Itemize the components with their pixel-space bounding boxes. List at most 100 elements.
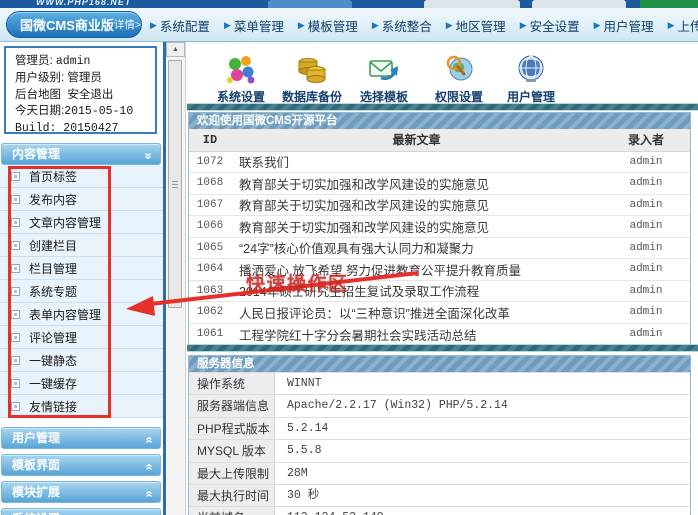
top-tab[interactable] xyxy=(424,0,520,8)
item-square-icon xyxy=(11,172,20,181)
brand-details-link[interactable]: 详情>> xyxy=(114,17,147,32)
sidebar-item-one-click-cache[interactable]: 一键缓存 xyxy=(0,372,163,395)
nav-item-region-mgmt[interactable]: ▶地区管理 xyxy=(446,16,506,35)
section-header-module-ext[interactable]: 模块扩展 » xyxy=(1,481,161,503)
article-author: admin xyxy=(602,237,690,259)
article-author: admin xyxy=(602,151,690,173)
sidebar-item-comment-mgmt[interactable]: 评论管理 xyxy=(0,326,163,349)
top-tab[interactable] xyxy=(532,0,626,8)
sidebar-item-label: 一键静态 xyxy=(29,352,77,369)
col-header-id: ID xyxy=(189,129,231,151)
nav-item-label: 安全设置 xyxy=(530,16,580,35)
sidebar-item-label: 评论管理 xyxy=(29,329,77,346)
article-id: 1065 xyxy=(189,237,231,259)
shortcut-system-settings[interactable]: 系统设置 xyxy=(202,48,280,105)
table-row: 1068教育部关于切实加强和改学风建设的实施意见admin xyxy=(189,173,690,195)
chevron-up-icon: » xyxy=(138,436,158,443)
nav-item-label: 用户管理 xyxy=(604,16,654,35)
table-row: 1062人民日报评论员：以“三种意识”推进全面深化改革admin xyxy=(189,302,690,324)
sidebar-item-system-topics[interactable]: 系统专题 xyxy=(0,280,163,303)
server-row: 当前域名112.124.52.149 xyxy=(189,506,690,515)
article-title-link[interactable]: 教育部关于切实加强和改学风建设的实施意见 xyxy=(231,216,602,238)
build-line: Build: 20150427 xyxy=(15,121,155,137)
table-row: 1072联系我们admin xyxy=(189,151,690,173)
item-square-icon xyxy=(11,218,20,227)
article-title-link[interactable]: 联系我们 xyxy=(231,151,602,173)
nav-item-label: 系统配置 xyxy=(160,16,210,35)
article-id: 1062 xyxy=(189,302,231,324)
server-key: MYSQL 版本 xyxy=(189,440,275,461)
sidebar-item-article-mgmt[interactable]: 文章内容管理 xyxy=(0,211,163,234)
server-row: 最大执行时间30 秒 xyxy=(189,484,690,506)
nav-item-upload-module[interactable]: ▶上传模块 xyxy=(668,16,698,35)
nav-item-user-mgmt[interactable]: ▶用户管理 xyxy=(594,16,654,35)
server-key: PHP程式版本 xyxy=(189,418,275,439)
item-square-icon xyxy=(11,402,20,411)
shortcut-db-backup[interactable]: 数据库备份 xyxy=(273,48,351,105)
shortcut-choose-template[interactable]: 选择模板 xyxy=(345,48,423,105)
chevron-up-icon: » xyxy=(138,490,158,497)
shortcut-user-mgmt[interactable]: 用户管理 xyxy=(492,48,570,105)
article-id: 1064 xyxy=(189,259,231,281)
scroll-up-button[interactable]: ▲ xyxy=(166,42,185,57)
arrow-icon: ▶ xyxy=(150,21,157,30)
sidebar-item-home-tags[interactable]: 首页标签 xyxy=(0,165,163,188)
article-title-link[interactable]: 教育部关于切实加强和改学风建设的实施意见 xyxy=(231,173,602,195)
server-value: 5.2.14 xyxy=(275,418,690,439)
arrow-icon: ▶ xyxy=(520,21,527,30)
section-title: 用户管理 xyxy=(12,431,60,445)
col-header-author: 录入者 xyxy=(602,129,690,151)
content-menu-list: 首页标签 发布内容 文章内容管理 创建栏目 栏目管理 系统专题 表单内容管理 评… xyxy=(0,165,163,418)
striped-divider xyxy=(187,344,698,352)
sidebar-item-friend-links[interactable]: 友情链接 xyxy=(0,395,163,418)
section-header-system-settings[interactable]: 系统设置 » xyxy=(1,508,161,515)
sidebar-item-category-mgmt[interactable]: 栏目管理 xyxy=(0,257,163,280)
table-row: 10632014年硕士研究生招生复试及录取工作流程admin xyxy=(189,280,690,302)
date-value: 2015-05-10 xyxy=(64,105,133,118)
article-title-link[interactable]: “24字”核心价值观具有强大认同力和凝聚力 xyxy=(231,237,602,259)
article-id: 1063 xyxy=(189,280,231,302)
welcome-panel: 欢迎使用国微CMS开源平台 ID 最新文章 录入者 1072联系我们admin … xyxy=(188,112,691,346)
article-title-link[interactable]: 工程学院红十字分会暑期社会实践活动总结 xyxy=(231,323,602,345)
top-tab[interactable] xyxy=(268,0,352,8)
sidebar-item-publish-content[interactable]: 发布内容 xyxy=(0,188,163,211)
backend-map-link[interactable]: 后台地图 xyxy=(15,89,61,101)
top-tab-green[interactable] xyxy=(640,0,698,8)
scroll-thumb[interactable] xyxy=(168,60,182,308)
nav-item-security[interactable]: ▶安全设置 xyxy=(520,16,580,35)
article-title-link[interactable]: 教育部关于切实加强和改学风建设的实施意见 xyxy=(231,194,602,216)
nav-item-template-mgmt[interactable]: ▶模板管理 xyxy=(298,16,358,35)
sidebar-item-label: 首页标签 xyxy=(29,168,77,185)
site-url: WWW.PHP168.NET xyxy=(36,0,131,7)
article-title-link[interactable]: 人民日报评论员：以“三种意识”推进全面深化改革 xyxy=(231,302,602,324)
logout-link[interactable]: 安全退出 xyxy=(67,89,113,101)
server-key: 服务器端信息 xyxy=(189,395,275,416)
article-title-link[interactable]: 播洒爱心 放飞希望 努力促进教育公平提升教育质量 xyxy=(231,259,602,281)
nav-item-menu-mgmt[interactable]: ▶菜单管理 xyxy=(224,16,284,35)
server-row: 服务器端信息Apache/2.2.17 (Win32) PHP/5.2.14 xyxy=(189,394,690,416)
sidebar-item-label: 友情链接 xyxy=(29,398,77,415)
admin-level-value: 管理员 xyxy=(67,72,102,84)
server-value: 30 秒 xyxy=(275,485,690,506)
server-info-panel: 服务器信息 操作系统WINNT 服务器端信息Apache/2.2.17 (Win… xyxy=(188,355,691,515)
shortcut-permission-settings[interactable]: 权限设置 xyxy=(420,48,498,105)
table-row: 1067教育部关于切实加强和改学风建设的实施意见admin xyxy=(189,194,690,216)
section-header-user-mgmt[interactable]: 用户管理 » xyxy=(1,427,161,449)
section-header-content-mgmt[interactable]: 内容管理 » xyxy=(1,143,161,165)
main-content: 系统设置 数据库备份 选择模板 xyxy=(187,42,698,515)
sidebar-item-label: 系统专题 xyxy=(29,283,77,300)
sidebar-item-create-category[interactable]: 创建栏目 xyxy=(0,234,163,257)
article-id: 1066 xyxy=(189,216,231,238)
server-row: 操作系统WINNT xyxy=(189,372,690,394)
section-header-template-ui[interactable]: 模板界面 » xyxy=(1,454,161,476)
brand-tab[interactable]: 国微CMS商业版 详情>> xyxy=(6,11,142,38)
admin-role-line: 管理员: admin xyxy=(15,53,155,70)
nav-item-system-integration[interactable]: ▶系统整合 xyxy=(372,16,432,35)
sidebar-item-one-click-static[interactable]: 一键静态 xyxy=(0,349,163,372)
welcome-panel-title: 欢迎使用国微CMS开源平台 xyxy=(189,113,690,129)
article-author: admin xyxy=(602,280,690,302)
article-title-link[interactable]: 2014年硕士研究生招生复试及录取工作流程 xyxy=(231,280,602,302)
nav-item-system-config[interactable]: ▶系统配置 xyxy=(150,16,210,35)
article-id: 1072 xyxy=(189,151,231,173)
sidebar-item-form-content-mgmt[interactable]: 表单内容管理 xyxy=(0,303,163,326)
